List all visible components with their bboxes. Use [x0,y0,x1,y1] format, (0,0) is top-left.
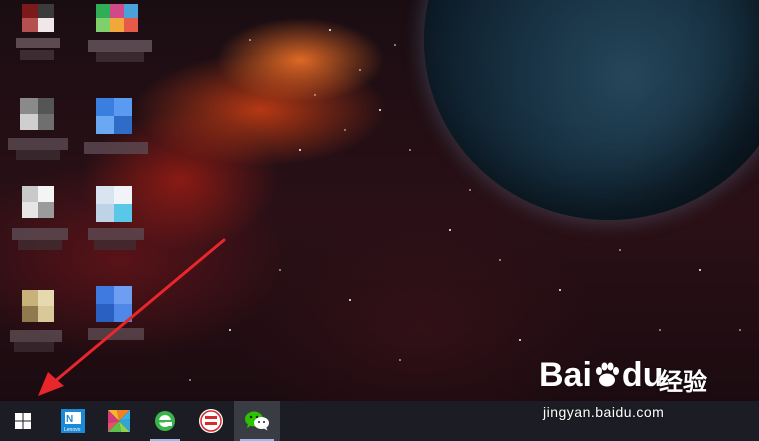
news-app-label: Lenovo [64,427,81,433]
taskbar-app-browser[interactable] [142,401,188,441]
news-app-icon: N Lenovo [61,409,85,433]
taskbar-app-puzzle[interactable] [96,401,142,441]
watermark-cn: 经验 [659,368,707,396]
taskbar-app-baidu-jingyan[interactable] [188,401,234,441]
wechat-icon [245,411,269,431]
watermark-brand: Bai du [539,356,664,394]
taskbar-app-wechat[interactable] [234,401,280,441]
taskbar-app-news[interactable]: N Lenovo [50,401,96,441]
paw-icon [595,362,619,387]
windows-start-icon [15,413,31,429]
start-button[interactable] [0,401,46,441]
desktop[interactable] [0,0,759,401]
colorful-puzzle-icon [108,410,130,432]
svg-text:N: N [66,414,73,425]
baidu-jingyan-watermark: Bai du 经验 jingyan.baidu.com [539,356,729,422]
annotation-arrow [38,238,226,396]
browser-e-icon [155,411,175,431]
watermark-url: jingyan.baidu.com [543,404,665,420]
baidu-jingyan-icon [199,409,223,433]
